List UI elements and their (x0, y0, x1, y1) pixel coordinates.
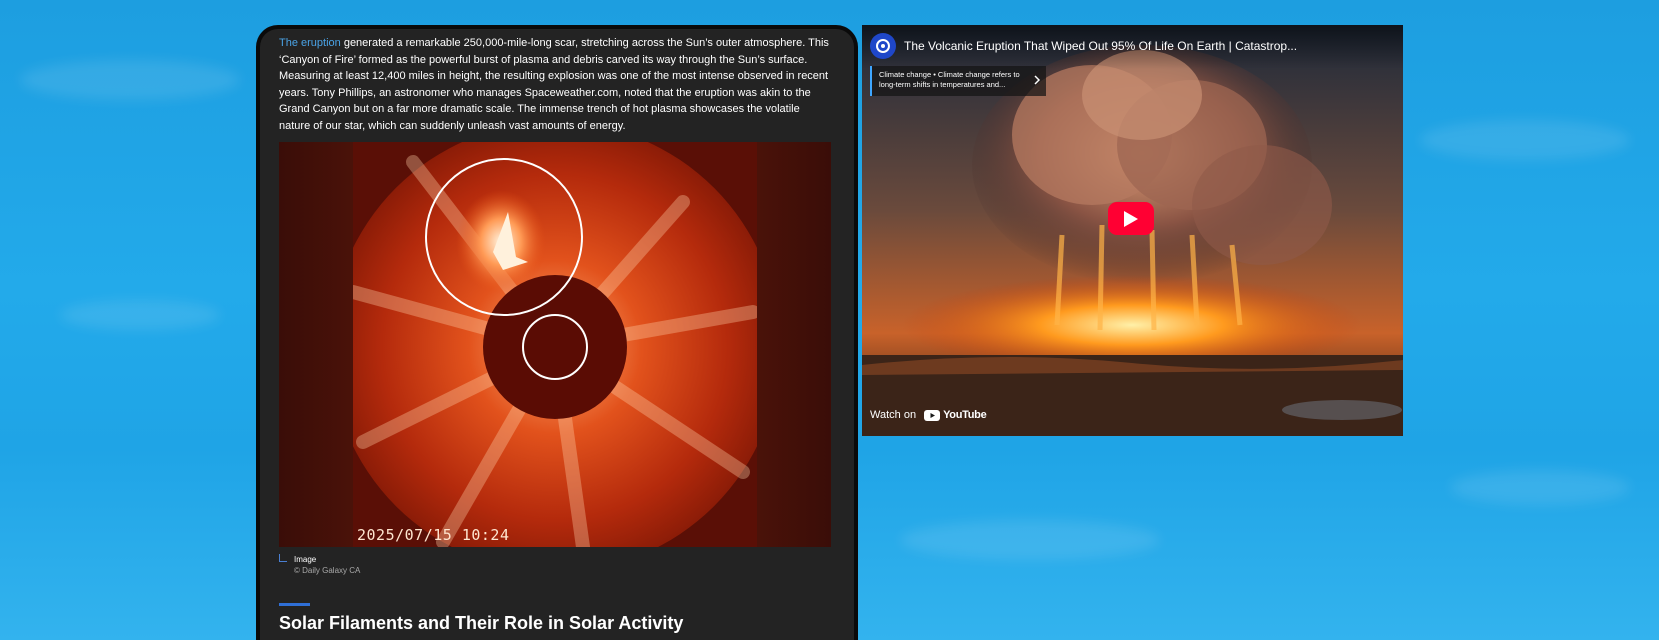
chevron-right-icon (1034, 75, 1040, 85)
video-embed[interactable]: The Volcanic Eruption That Wiped Out 95%… (862, 25, 1403, 436)
youtube-logo-icon: YouTube (924, 409, 987, 421)
image-letterbox-left (279, 142, 353, 547)
solar-image[interactable]: 2025/07/15 10:24 (279, 142, 831, 547)
info-panel-chip[interactable]: Climate change • Climate change refers t… (870, 66, 1046, 96)
image-letterbox-right (757, 142, 831, 547)
section-accent-bar (279, 603, 310, 606)
background-ripple (900, 520, 1160, 560)
article-paragraph: The eruption generated a remarkable 250,… (279, 35, 831, 134)
coronagraph-image (353, 142, 757, 547)
caption-corner-icon (279, 554, 287, 562)
play-button[interactable] (1108, 202, 1154, 235)
background-ripple (20, 60, 240, 100)
background-ripple (1450, 470, 1630, 505)
watch-on-label: Watch on (870, 409, 917, 421)
section-heading: Solar Filaments and Their Role in Solar … (279, 613, 684, 633)
watch-on-youtube[interactable]: Watch on YouTube (870, 409, 987, 421)
info-panel-text: Climate change • Climate change refers t… (879, 70, 1020, 89)
background-ripple (60, 300, 220, 330)
eruption-link[interactable]: The eruption (279, 37, 341, 49)
background-ripple (1420, 120, 1630, 160)
image-timestamp: 2025/07/15 10:24 (357, 526, 510, 544)
caption-credit: © Daily Galaxy CA (294, 566, 361, 575)
play-icon (1124, 210, 1138, 227)
article-card: The eruption generated a remarkable 250,… (256, 25, 858, 640)
caption-title: Image (294, 555, 317, 564)
youtube-wordmark: YouTube (943, 409, 987, 421)
video-title[interactable]: The Volcanic Eruption That Wiped Out 95%… (904, 39, 1384, 53)
paragraph-body: generated a remarkable 250,000-mile-long… (279, 37, 829, 132)
channel-logo-icon[interactable] (870, 33, 896, 59)
